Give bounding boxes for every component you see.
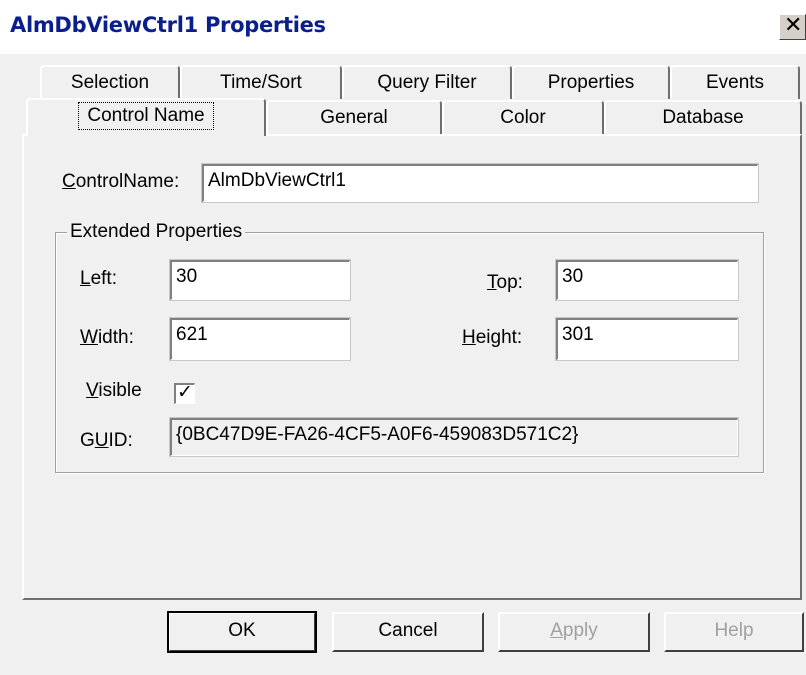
help-button[interactable]: Help — [664, 612, 804, 652]
ok-button[interactable]: OK — [167, 611, 317, 653]
tab-time-sort[interactable]: Time/Sort — [180, 65, 342, 99]
left-input[interactable]: 30 — [169, 259, 351, 301]
visible-label: Visible — [86, 380, 142, 401]
apply-button[interactable]: Apply — [498, 612, 650, 652]
control-name-input[interactable]: AlmDbViewCtrl1 — [201, 163, 759, 203]
tab-query-filter[interactable]: Query Filter — [342, 65, 512, 99]
tab-selection[interactable]: Selection — [40, 65, 180, 99]
close-icon: ✕ — [784, 13, 803, 38]
extended-properties-legend: Extended Properties — [67, 221, 246, 243]
guid-field: {0BC47D9E-FA26-4CF5-A0F6-459083D571C2} — [169, 417, 739, 457]
tab-color[interactable]: Color — [442, 100, 604, 134]
height-label: Height: — [462, 327, 523, 348]
control-name-label: ControlName: — [62, 171, 180, 192]
cancel-button[interactable]: Cancel — [332, 612, 484, 652]
close-button[interactable]: ✕ — [779, 13, 806, 40]
visible-checkbox[interactable]: ✓ — [174, 381, 195, 404]
title-bar: AlmDbViewCtrl1 Properties ✕ — [0, 0, 806, 54]
left-label: Left: — [80, 268, 117, 289]
checkmark-icon: ✓ — [177, 381, 193, 403]
height-input[interactable]: 301 — [555, 317, 739, 361]
guid-label: GUID: — [80, 430, 133, 451]
tab-control-name-label: Control Name — [78, 102, 214, 130]
tab-general[interactable]: General — [266, 100, 442, 134]
tab-properties[interactable]: Properties — [512, 65, 670, 99]
tab-control-name[interactable]: Control Name — [26, 98, 266, 136]
tab-events[interactable]: Events — [670, 65, 800, 99]
width-label: Width: — [80, 327, 134, 348]
top-input[interactable]: 30 — [555, 259, 739, 301]
window-title: AlmDbViewCtrl1 Properties — [10, 13, 326, 37]
width-input[interactable]: 621 — [169, 317, 351, 361]
tab-database[interactable]: Database — [604, 100, 802, 134]
top-label: Top: — [487, 272, 523, 293]
